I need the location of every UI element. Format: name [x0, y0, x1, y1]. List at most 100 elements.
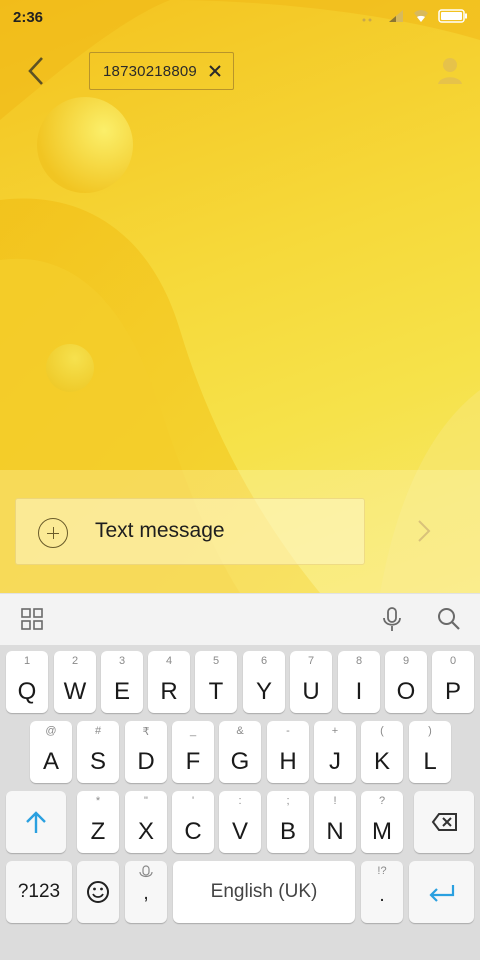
key-label: D [137, 748, 155, 775]
keyboard: 1Q 2W 3E 4R 5T 6Y 7U 8I 9O 0P @ A # S ₹ D _… [0, 645, 480, 960]
key-d[interactable]: ₹ D [125, 721, 167, 783]
keyboard-apps-button[interactable] [20, 607, 44, 631]
key-hint: ' [191, 795, 195, 807]
key-t[interactable]: 5T [195, 651, 237, 713]
backspace-icon [431, 813, 457, 831]
key-hint: @ [45, 725, 57, 737]
key-label: S [89, 748, 106, 775]
grid-icon [21, 608, 43, 630]
key-hint: 5 [212, 655, 220, 667]
voice-input-button[interactable] [380, 605, 404, 633]
key-label: A [42, 748, 59, 775]
recipient-chip[interactable]: 18730218809 [89, 52, 234, 90]
send-button[interactable] [410, 514, 438, 548]
key-z[interactable]: * Z [77, 791, 119, 853]
key-hint: ₹ [142, 726, 150, 738]
key-r[interactable]: 4R [148, 651, 190, 713]
key-n[interactable]: ! N [314, 791, 356, 853]
key-m[interactable]: ? M [361, 791, 403, 853]
key-i[interactable]: 8I [338, 651, 380, 713]
key-label: V [231, 818, 248, 845]
key-label: Q [17, 678, 37, 705]
key-j[interactable]: + J [314, 721, 356, 783]
key-b[interactable]: ; B [267, 791, 309, 853]
attach-button[interactable] [38, 518, 68, 548]
key-label: R [160, 678, 178, 705]
key-o[interactable]: 9O [385, 651, 427, 713]
key-y[interactable]: 6Y [243, 651, 285, 713]
key-s[interactable]: # S [77, 721, 119, 783]
remove-recipient-button[interactable] [205, 61, 225, 81]
key-hint: _ [189, 725, 197, 737]
key-g[interactable]: & G [219, 721, 261, 783]
recipient-number: 18730218809 [103, 62, 197, 80]
key-label: L [423, 748, 437, 775]
keyboard-toolbar [0, 593, 480, 645]
comma-key[interactable]: , [125, 861, 167, 923]
key-label: P [444, 678, 461, 705]
key-hint: ? [378, 795, 386, 807]
keyboard-search-button[interactable] [436, 606, 462, 632]
key-c[interactable]: ' C [172, 791, 214, 853]
key-hint: " [144, 795, 148, 807]
key-hint: 4 [165, 655, 173, 667]
key-hint: ( [380, 725, 384, 737]
key-v[interactable]: :V [219, 791, 261, 853]
key-hint: 9 [402, 655, 410, 667]
back-button[interactable] [20, 52, 56, 92]
battery-icon [438, 9, 468, 28]
key-label: E [113, 678, 130, 705]
person-icon [438, 58, 462, 84]
key-label: K [373, 748, 390, 775]
comma-label: , [143, 883, 149, 904]
key-u[interactable]: 7U [290, 651, 332, 713]
key-hint: # [94, 725, 102, 737]
key-hint: ! [333, 795, 337, 807]
key-hint: : [238, 795, 242, 807]
key-k[interactable]: (K [361, 721, 403, 783]
chevron-right-icon [418, 520, 431, 542]
key-f[interactable]: _ F [172, 721, 214, 783]
key-label: M [372, 818, 392, 845]
key-hint: 2 [71, 655, 79, 667]
microphone-icon [383, 607, 401, 631]
key-hint: ; [286, 795, 290, 807]
key-x[interactable]: " X [125, 791, 167, 853]
space-key[interactable]: English (UK) [173, 861, 355, 923]
mic-hint-icon [139, 865, 153, 878]
symbols-key[interactable]: ?123 [6, 861, 72, 923]
key-label: B [279, 818, 296, 845]
key-label: I [355, 678, 363, 705]
status-icons [361, 9, 468, 28]
key-w[interactable]: 2W [54, 651, 96, 713]
key-p[interactable]: 0P [432, 651, 474, 713]
key-hint: 7 [307, 655, 315, 667]
period-label: . [379, 885, 385, 906]
enter-key[interactable] [409, 861, 474, 923]
key-label: U [302, 678, 320, 705]
wifi-icon [413, 9, 429, 28]
key-e[interactable]: 3E [101, 651, 143, 713]
shift-key[interactable] [6, 791, 66, 853]
add-contact-button[interactable] [434, 54, 466, 90]
key-h[interactable]: -H [267, 721, 309, 783]
period-key[interactable]: !? . [361, 861, 403, 923]
key-l[interactable]: ) L [409, 721, 451, 783]
enter-icon [429, 885, 455, 902]
shift-arrow-icon [26, 811, 46, 833]
key-label: W [63, 678, 87, 705]
status-time: 2:36 [13, 9, 44, 26]
key-label: G [230, 748, 250, 775]
status-bar: 2:36 [0, 0, 480, 34]
message-input[interactable]: Text message [95, 519, 225, 543]
key-hint: 6 [260, 655, 268, 667]
chevron-left-icon [28, 57, 43, 85]
key-a[interactable]: @ A [30, 721, 72, 783]
key-label: F [185, 748, 201, 775]
key-hint: * [95, 795, 101, 807]
smiley-icon [87, 881, 109, 903]
backspace-key[interactable] [414, 791, 474, 853]
key-label: H [279, 748, 297, 775]
emoji-key[interactable] [77, 861, 119, 923]
key-q[interactable]: 1Q [6, 651, 48, 713]
